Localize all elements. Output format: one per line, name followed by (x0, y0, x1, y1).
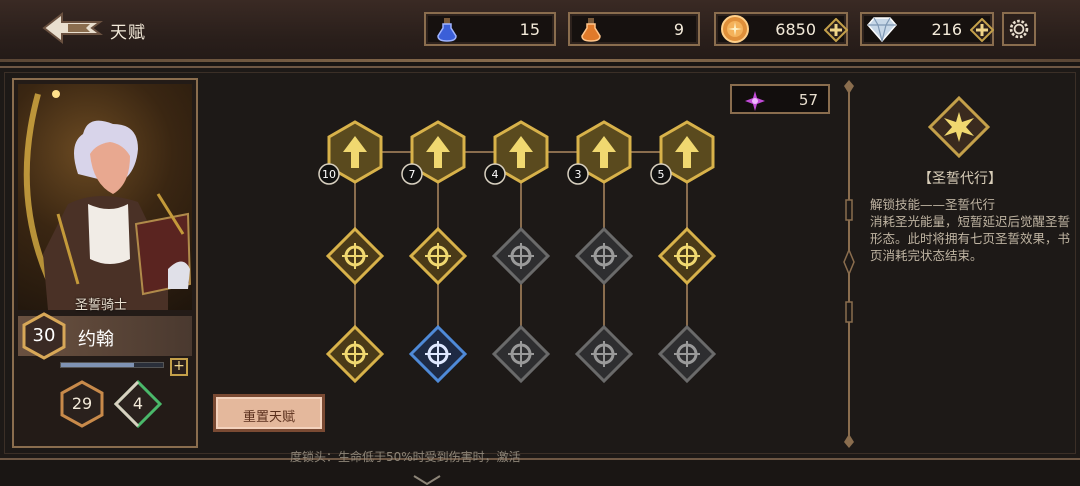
selected-talent-icon (928, 96, 990, 158)
stat-badge-defense: 4 (113, 379, 163, 429)
resource-orange-potion: 9 (568, 12, 700, 46)
talent-node-r3-c3[interactable] (491, 324, 551, 384)
gold-coin-icon (721, 15, 749, 43)
blue-potion-icon (437, 18, 457, 42)
talent-node-r3-c1[interactable] (325, 324, 385, 384)
talent-node-r3-c5[interactable] (657, 324, 717, 384)
stat-badge-attack: 29 (58, 380, 106, 428)
reset-talents-label: 重置天赋 (242, 410, 295, 425)
talent-node-r3-c2[interactable] (408, 324, 468, 384)
talent-level-number: 3 (575, 168, 582, 181)
talent-node-r2-c3[interactable] (491, 226, 551, 286)
talent-level-number: 7 (409, 168, 416, 181)
blue-potion-count: 15 (519, 20, 540, 39)
talent-node-r2-c2[interactable] (408, 226, 468, 286)
talent-description-line-1: 解锁技能——圣誓代行 (870, 197, 996, 212)
talent-node-r2-c4[interactable] (574, 226, 634, 286)
stat-value-2: 4 (132, 394, 144, 413)
bottom-hint-text: 度锁头：生命低于50%时受到伤害时，激活 (290, 450, 521, 464)
talent-node-r2-c5[interactable] (657, 226, 717, 286)
class-name: 圣誓骑士 (74, 298, 127, 313)
character-level: 30 (32, 325, 56, 346)
settings-gear-icon[interactable] (1002, 12, 1036, 46)
xp-bar-fill (61, 363, 135, 367)
character-card: 圣誓骑士 30 约翰 + 29 4 (12, 78, 198, 448)
resource-diamond: 216 (860, 12, 994, 46)
page-title: 天赋 (110, 23, 146, 43)
character-name: 约翰 (78, 329, 114, 350)
talent-description: 解锁技能——圣誓代行 消耗圣光能量，短暂延迟后觉醒圣誓形态。此时将拥有七页圣誓效… (870, 196, 1070, 264)
add-diamond-icon[interactable] (970, 18, 994, 42)
hero-portrait-art (23, 90, 192, 310)
talent-level-number: 5 (658, 168, 665, 181)
xp-bar (60, 362, 164, 368)
talent-level-number: 4 (492, 168, 499, 181)
gold-count: 6850 (775, 20, 816, 39)
resource-blue-potion: 15 (424, 12, 556, 46)
talent-description-line-2: 消耗圣光能量，短暂延迟后觉醒圣誓形态。此时将拥有七页圣誓效果，书页消耗完状态结束… (870, 214, 1071, 263)
talent-tree: 10 7 4 3 5 (318, 120, 717, 384)
orange-potion-count: 9 (673, 20, 684, 39)
talent-node-r2-c1[interactable] (325, 226, 385, 286)
orange-potion-icon (581, 18, 601, 42)
talent-points-value: 57 (798, 91, 818, 109)
panel-divider (843, 80, 855, 448)
stat-value-1: 29 (71, 394, 93, 413)
back-arrow-icon[interactable] (40, 10, 106, 46)
chevron-down-icon[interactable] (412, 474, 442, 486)
top-bar: 天赋 15 9 6850 216 (0, 0, 1080, 62)
add-gold-icon[interactable] (824, 18, 848, 42)
talent-level-number: 10 (322, 168, 336, 181)
talent-node-r3-c4[interactable] (574, 324, 634, 384)
character-portrait (18, 84, 192, 310)
diamond-count: 216 (931, 20, 962, 39)
level-up-button[interactable]: + (170, 358, 188, 376)
resource-gold: 6850 (714, 12, 848, 46)
talent-title: 【圣誓代行】 (918, 171, 1002, 187)
purple-gem-icon (745, 91, 765, 111)
talent-points-counter: 57 (730, 84, 830, 114)
diamond-icon (867, 17, 897, 43)
reset-talents-button[interactable]: 重置天赋 (213, 394, 325, 432)
